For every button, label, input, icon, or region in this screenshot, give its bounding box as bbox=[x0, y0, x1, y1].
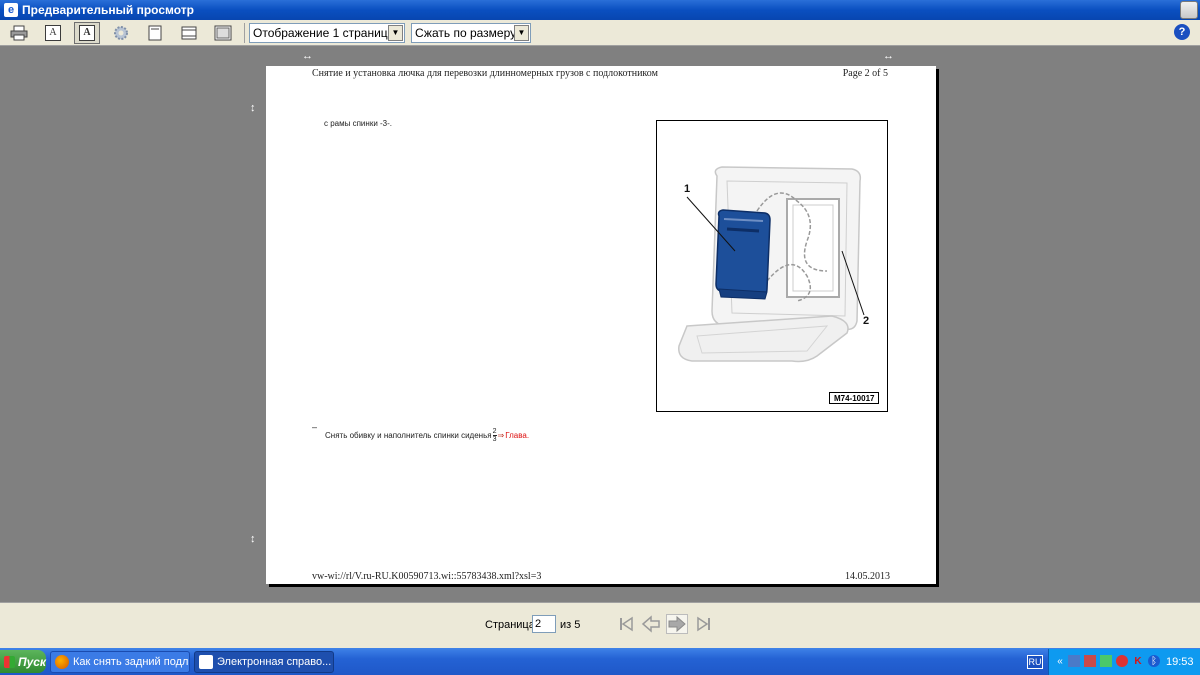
taskbar-item-help[interactable]: Электронная справо... bbox=[194, 651, 334, 673]
network-icon[interactable] bbox=[1084, 655, 1096, 667]
margin-right-handle-icon[interactable]: ↔ bbox=[883, 51, 894, 62]
printer-icon bbox=[10, 25, 28, 40]
illustration-figure: 1 2 M74-10017 bbox=[656, 120, 888, 412]
toolbar-separator bbox=[244, 22, 245, 43]
network-icon[interactable] bbox=[1100, 655, 1112, 667]
header-footer-button[interactable] bbox=[176, 22, 202, 44]
last-page-icon bbox=[697, 616, 710, 632]
view-mode-value: Отображение 1 страницы bbox=[253, 25, 397, 40]
network-icon[interactable] bbox=[1068, 655, 1080, 667]
arrow-left-icon bbox=[641, 615, 660, 633]
page-setup-icon bbox=[148, 25, 162, 40]
language-indicator[interactable]: RU bbox=[1027, 655, 1043, 669]
view-mode-select[interactable]: Отображение 1 страницы ▼ bbox=[249, 22, 405, 43]
fraction-top: 2 bbox=[492, 428, 497, 436]
page-footer-date: 14.05.2013 bbox=[845, 571, 890, 582]
page-total-label: из 5 bbox=[560, 619, 581, 631]
fraction-bottom: 3 bbox=[492, 436, 497, 443]
body-text-2-label: Снять обивку и наполнитель спинки сидень… bbox=[325, 431, 492, 440]
taskbar-clock: 19:53 bbox=[1166, 656, 1194, 668]
antivirus-icon[interactable] bbox=[1116, 655, 1128, 667]
list-bullet: – bbox=[312, 422, 318, 432]
taskbar-item-label: Электронная справо... bbox=[217, 656, 332, 668]
zoom-mode-select[interactable]: Сжать по размеру ▼ bbox=[411, 22, 531, 43]
ie-app-icon: e bbox=[4, 3, 18, 17]
page-header-title: Снятие и установка лючка для перевозки д… bbox=[312, 68, 658, 79]
header-footer-icon bbox=[181, 26, 197, 39]
window-title-bar: e Предварительный просмотр bbox=[0, 0, 1200, 20]
page-header-number: Page 2 of 5 bbox=[842, 68, 888, 79]
kaspersky-icon[interactable]: K bbox=[1132, 655, 1144, 667]
text-small-icon: A bbox=[45, 24, 61, 41]
body-text-2: Снять обивку и наполнитель спинки сидень… bbox=[325, 428, 529, 443]
text-smaller-button[interactable]: A bbox=[40, 22, 66, 44]
windows-flag-icon bbox=[4, 655, 15, 668]
dropdown-arrow-icon[interactable]: ▼ bbox=[514, 24, 529, 41]
margin-bottom-handle-icon[interactable]: ↕ bbox=[250, 534, 256, 545]
page-navigation-bar bbox=[0, 602, 1200, 648]
figure-code: M74-10017 bbox=[829, 392, 880, 404]
first-page-button[interactable] bbox=[615, 614, 637, 634]
margin-left-handle-icon[interactable]: ↔ bbox=[302, 51, 313, 62]
figure-callout-1: 1 bbox=[684, 183, 691, 195]
page-footer-url: vw-wi://rl/V.ru-RU.K00590713.wi::5578343… bbox=[312, 571, 542, 582]
seat-back-illustration bbox=[678, 166, 865, 363]
text-large-icon: A bbox=[79, 24, 95, 41]
first-page-icon bbox=[620, 616, 633, 632]
margin-top-handle-icon[interactable]: ↕ bbox=[250, 103, 256, 114]
settings-gear-icon bbox=[114, 25, 128, 40]
full-screen-icon bbox=[214, 25, 232, 40]
print-button[interactable] bbox=[6, 22, 32, 44]
zoom-mode-value: Сжать по размеру bbox=[415, 25, 517, 40]
full-screen-button[interactable] bbox=[210, 22, 236, 44]
page-setup-button[interactable] bbox=[142, 22, 168, 44]
last-page-button[interactable] bbox=[693, 614, 715, 634]
start-button[interactable]: Пуск bbox=[0, 650, 46, 673]
page-label: Страница bbox=[485, 619, 535, 631]
window-title: Предварительный просмотр bbox=[22, 3, 194, 17]
previous-page-button[interactable] bbox=[640, 614, 662, 634]
link-arrow-icon: ⇒ bbox=[497, 431, 505, 440]
help-icon[interactable]: ? bbox=[1174, 24, 1190, 40]
tray-expand-icon[interactable]: « bbox=[1054, 655, 1066, 667]
start-label: Пуск bbox=[17, 654, 46, 669]
arrow-right-icon bbox=[668, 615, 686, 633]
preview-page: Снятие и установка лючка для перевозки д… bbox=[266, 66, 936, 584]
next-page-button[interactable] bbox=[666, 614, 688, 634]
text-larger-button[interactable]: A bbox=[74, 21, 100, 44]
settings-button[interactable] bbox=[108, 22, 134, 44]
preview-toolbar: A A Отображение 1 страницы ▼ Сжать по ра… bbox=[0, 20, 1200, 46]
firefox-icon bbox=[55, 655, 69, 669]
dropdown-arrow-icon[interactable]: ▼ bbox=[388, 24, 403, 41]
page-number-input[interactable]: 2 bbox=[532, 615, 556, 633]
figure-callout-2: 2 bbox=[863, 315, 870, 327]
fraction-marker: 2 3 bbox=[492, 428, 497, 443]
body-text-1: с рамы спинки -3-. bbox=[324, 119, 393, 128]
bluetooth-icon[interactable]: ᛒ bbox=[1148, 655, 1160, 667]
window-close-button[interactable] bbox=[1180, 1, 1198, 19]
taskbar-item-label: Как снять задний подл... bbox=[73, 656, 190, 668]
taskbar-item-firefox[interactable]: Как снять задний подл... bbox=[50, 651, 190, 673]
chapter-link[interactable]: Глава. bbox=[505, 431, 529, 440]
ie-window-icon bbox=[199, 655, 213, 669]
